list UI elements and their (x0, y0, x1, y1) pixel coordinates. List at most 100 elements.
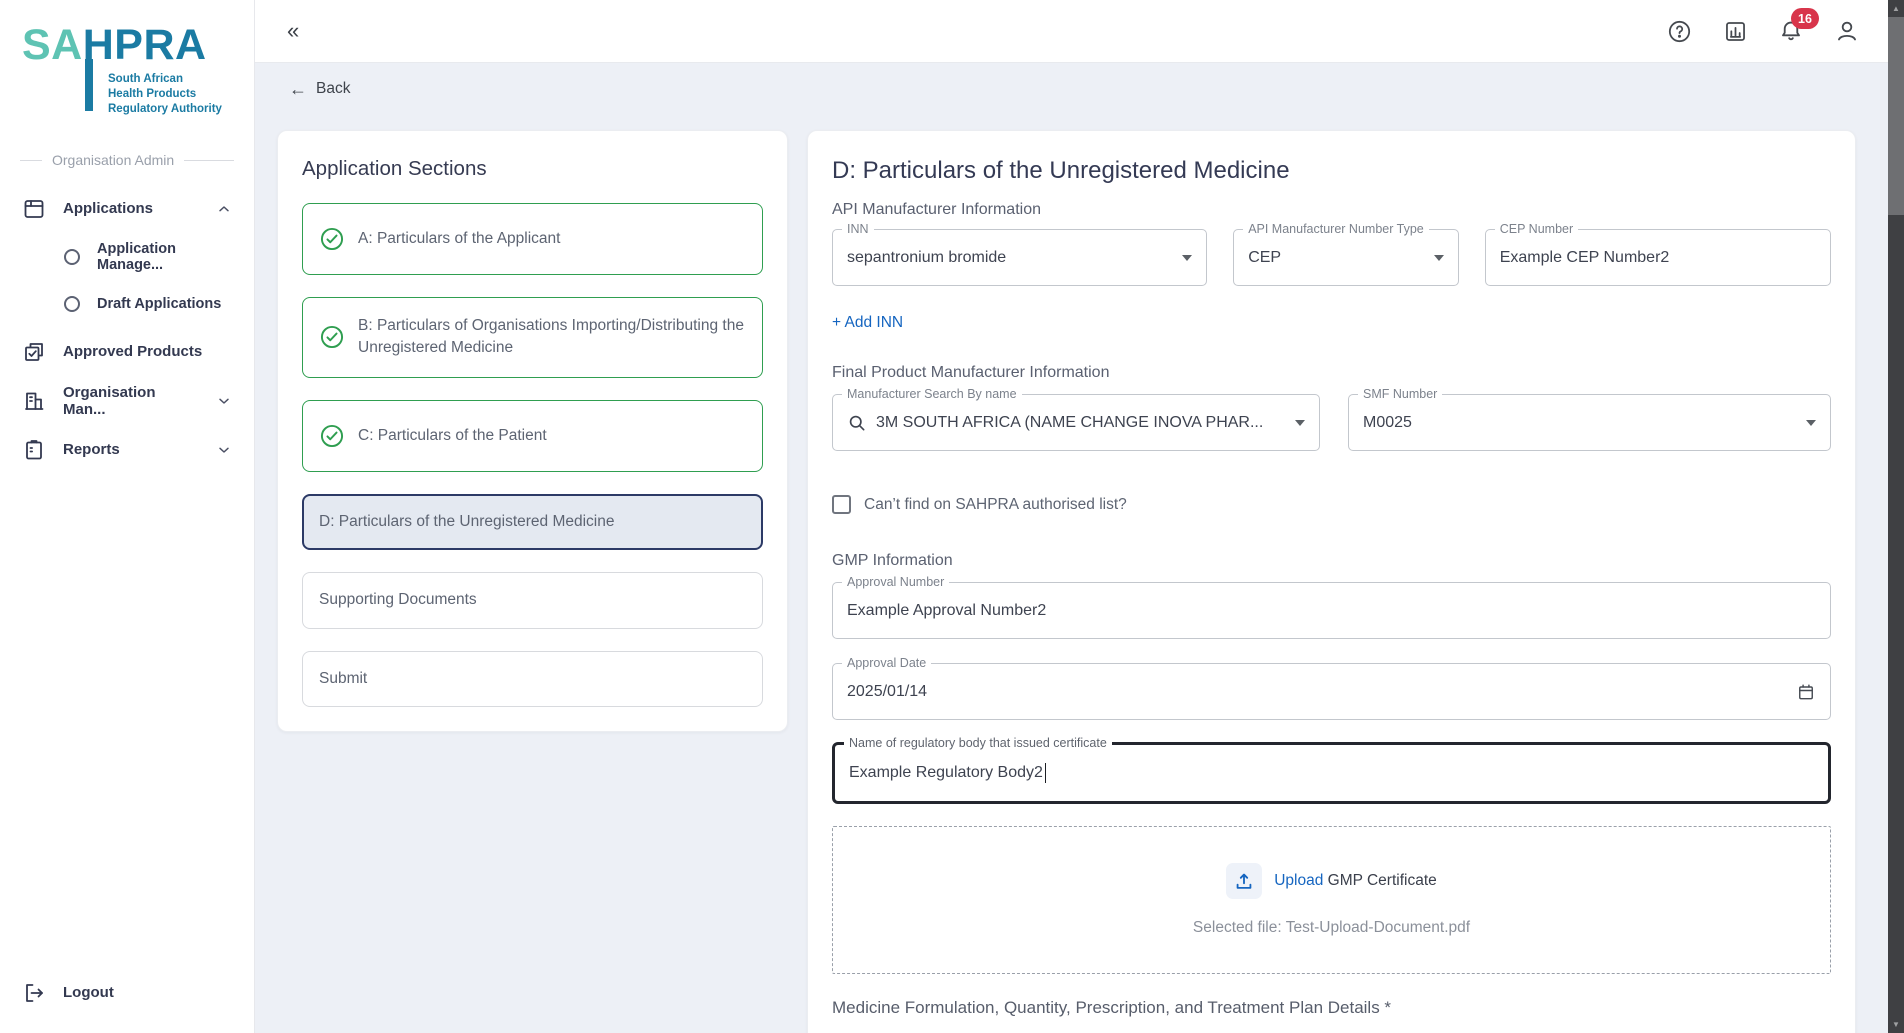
back-arrow-icon: ← (289, 80, 307, 98)
section-item-label: Supporting Documents (319, 589, 477, 611)
notification-badge: 16 (1791, 8, 1819, 29)
sidebar-item-label: Draft Applications (97, 296, 221, 312)
sidebar-collapse-button[interactable]: « (287, 20, 299, 42)
role-label: Organisation Admin (20, 152, 234, 168)
sahpra-logo-tagline: South African Health Products Regulatory… (108, 72, 222, 117)
scrollbar-thumb[interactable] (1888, 17, 1904, 215)
statistics-button[interactable] (1722, 18, 1748, 44)
radio-icon (64, 296, 80, 312)
chevron-down-icon (216, 442, 232, 458)
dropdown-arrow-icon (1182, 255, 1192, 261)
gmp-information-heading: GMP Information (832, 552, 1831, 570)
section-item-a[interactable]: A: Particulars of the Applicant (302, 203, 763, 275)
radio-icon (64, 249, 80, 265)
scrollbar-up-arrow[interactable]: ▲ (1888, 0, 1904, 17)
section-item-b[interactable]: B: Particulars of Organisations Importin… (302, 297, 763, 378)
form-card: D: Particulars of the Unregistered Medic… (807, 130, 1856, 1033)
chevron-down-icon (216, 393, 232, 409)
help-button[interactable] (1666, 18, 1692, 44)
cant-find-checkbox[interactable] (832, 495, 851, 514)
section-item-label: C: Particulars of the Patient (358, 425, 547, 447)
cant-find-checkbox-label: Can’t find on SAHPRA authorised list? (864, 496, 1127, 514)
section-item-submit[interactable]: Submit (302, 651, 763, 707)
section-item-label: Submit (319, 668, 367, 690)
approved-products-icon (22, 340, 46, 364)
page-scrollbar: ▲ ▼ (1888, 0, 1904, 1033)
add-inn-link[interactable]: + Add INN (832, 314, 903, 332)
gmp-certificate-dropzone[interactable]: Upload GMP Certificate Selected file: Te… (832, 826, 1831, 974)
logout-label: Logout (63, 984, 114, 1001)
search-icon (847, 413, 867, 433)
regulatory-body-label: Name of regulatory body that issued cert… (844, 736, 1112, 750)
calendar-icon[interactable] (1796, 682, 1816, 702)
selected-file-text: Selected file: Test-Upload-Document.pdf (1193, 919, 1470, 937)
api-manufacturer-heading: API Manufacturer Information (832, 201, 1831, 219)
api-number-type-select[interactable]: API Manufacturer Number Type CEP (1233, 229, 1459, 286)
sidebar-item-approved-products[interactable]: Approved Products (0, 327, 254, 376)
manufacturer-search-select[interactable]: Manufacturer Search By name 3M SOUTH AFR… (832, 394, 1320, 451)
sidebar: SAHPRA South African Health Products Reg… (0, 0, 255, 1033)
section-item-d-active[interactable]: D: Particulars of the Unregistered Medic… (302, 494, 763, 550)
logo-word-rest: PRA (114, 21, 206, 69)
profile-button[interactable] (1834, 18, 1860, 44)
sidebar-item-applications[interactable]: Applications (0, 184, 254, 233)
notifications-button[interactable]: 16 (1778, 18, 1804, 44)
next-section-heading: Medicine Formulation, Quantity, Prescrip… (832, 998, 1831, 1018)
organisation-icon (22, 389, 46, 413)
sidebar-item-label: Approved Products (63, 343, 202, 360)
sidebar-item-reports[interactable]: Reports (0, 425, 254, 474)
section-item-label: B: Particulars of Organisations Importin… (358, 315, 746, 360)
inn-select[interactable]: INN sepantronium bromide (832, 229, 1207, 286)
section-item-c[interactable]: C: Particulars of the Patient (302, 400, 763, 472)
section-item-label: A: Particulars of the Applicant (358, 228, 560, 250)
cant-find-checkbox-row: Can’t find on SAHPRA authorised list? (832, 495, 1831, 514)
check-circle-icon (319, 423, 345, 449)
sahpra-logo: SAHPRA South African Health Products Reg… (22, 24, 234, 120)
applications-icon (22, 197, 46, 221)
reports-icon (22, 438, 46, 462)
upload-suffix: GMP Certificate (1328, 872, 1437, 889)
scrollbar-down-arrow[interactable]: ▼ (1888, 1016, 1904, 1033)
smf-number-select[interactable]: SMF Number M0025 (1348, 394, 1831, 451)
application-sections-panel: Application Sections A: Particulars of t… (277, 130, 788, 732)
sidebar-item-label: Organisation Man... (63, 384, 199, 418)
cep-number-value: Example CEP Number2 (1500, 249, 1670, 267)
smf-number-value: M0025 (1363, 414, 1412, 432)
dropdown-arrow-icon (1295, 420, 1305, 426)
api-number-type-label: API Manufacturer Number Type (1243, 222, 1429, 236)
sidebar-item-label: Application Manage... (97, 241, 232, 273)
approval-number-input[interactable]: Approval Number Example Approval Number2 (832, 582, 1831, 639)
approval-date-input[interactable]: Approval Date 2025/01/14 (832, 663, 1831, 720)
check-circle-icon (319, 226, 345, 252)
regulatory-body-value: Example Regulatory Body2 (849, 764, 1043, 782)
back-button[interactable]: ← Back (289, 80, 350, 98)
section-item-supporting-documents[interactable]: Supporting Documents (302, 572, 763, 628)
logout-icon (22, 981, 46, 1005)
inn-label: INN (842, 222, 874, 236)
logout-button[interactable]: Logout (0, 968, 254, 1017)
api-number-type-value: CEP (1248, 249, 1281, 267)
upload-link[interactable]: Upload (1274, 872, 1323, 889)
final-product-manufacturer-heading: Final Product Manufacturer Information (832, 364, 1831, 382)
sidebar-item-draft-applications[interactable]: Draft Applications (0, 280, 254, 327)
help-icon (1667, 19, 1692, 44)
upload-icon-button[interactable] (1226, 863, 1262, 899)
role-label-text: Organisation Admin (52, 152, 174, 168)
tagline-line-3: Regulatory Authority (108, 102, 222, 117)
sidebar-item-organisation-management[interactable]: Organisation Man... (0, 376, 254, 425)
manufacturer-search-label: Manufacturer Search By name (842, 387, 1022, 401)
cep-number-input[interactable]: CEP Number Example CEP Number2 (1485, 229, 1831, 286)
main-content: ← Back Application Sections A: Particula… (255, 63, 1888, 1033)
smf-number-label: SMF Number (1358, 387, 1442, 401)
check-circle-icon (319, 324, 345, 350)
section-item-label: D: Particulars of the Unregistered Medic… (319, 511, 615, 533)
dropdown-arrow-icon (1434, 255, 1444, 261)
manufacturer-search-value: 3M SOUTH AFRICA (NAME CHANGE INOVA PHAR.… (876, 414, 1263, 432)
text-cursor (1045, 763, 1047, 783)
bar-chart-icon (1723, 19, 1748, 44)
logo-word-teal: SA (22, 21, 83, 69)
regulatory-body-input-focused[interactable]: Name of regulatory body that issued cert… (832, 742, 1831, 804)
panel-title: Application Sections (302, 157, 763, 181)
sidebar-item-application-management[interactable]: Application Manage... (0, 233, 254, 280)
user-icon (1834, 18, 1860, 44)
